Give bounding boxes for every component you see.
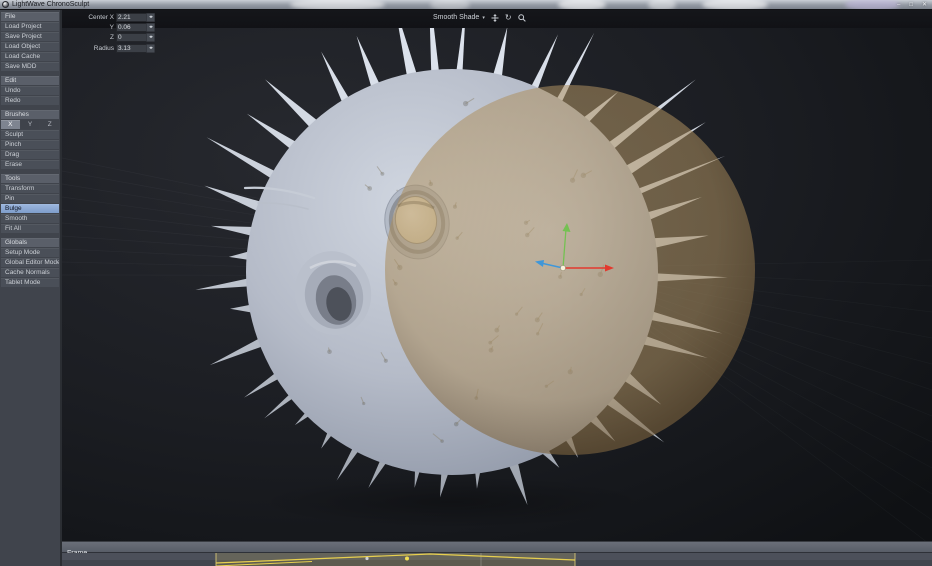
sidebar-item-erase[interactable]: Erase	[1, 160, 59, 169]
axis-toggle-group: X Y Z	[1, 120, 59, 129]
center-x-label: Center X	[84, 14, 114, 21]
close-button[interactable]: ✕	[922, 0, 927, 10]
window-title: LightWave ChronoSculpt	[12, 0, 89, 10]
center-x-field[interactable]: 2.21 ◂▸	[116, 13, 155, 22]
app-icon	[2, 1, 9, 8]
keyframe-dot[interactable]	[365, 557, 368, 560]
globals-section-header: Globals	[1, 238, 59, 247]
maximize-button[interactable]: □	[909, 0, 913, 10]
tools-section-header: Tools	[1, 174, 59, 183]
sidebar-item-undo[interactable]: Undo	[1, 86, 59, 95]
stepper-icon[interactable]: ◂▸	[146, 44, 155, 53]
stepper-icon[interactable]: ◂▸	[146, 33, 155, 42]
center-y-field[interactable]: 0.06 ◂▸	[116, 23, 155, 32]
rotate-icon[interactable]: ↻	[505, 13, 512, 23]
viewport-view-controls: Smooth Shade ▾ ↻	[433, 12, 526, 23]
center-z-field[interactable]: 0 ◂▸	[116, 33, 155, 42]
minimize-button[interactable]: –	[897, 0, 900, 10]
glass-reflection	[845, 0, 900, 10]
sidebar-item-pin[interactable]: Pin	[1, 194, 59, 203]
radius-label: Radius	[84, 45, 114, 52]
brushes-section-header: Brushes	[1, 110, 59, 119]
sidebar-item-setup-mode[interactable]: Setup Mode	[1, 248, 59, 257]
sidebar-item-global-editor-mode[interactable]: Global Editor Mode	[1, 258, 59, 267]
sidebar-item-load-object[interactable]: Load Object	[1, 42, 59, 51]
center-z-label: Z	[84, 34, 114, 41]
gizmo-center-handle[interactable]	[560, 265, 565, 270]
sidebar: File Load Project Save Project Load Obje…	[0, 10, 62, 566]
sidebar-item-save-mdd[interactable]: Save MDD	[1, 62, 59, 71]
axis-button-x[interactable]: X	[1, 120, 20, 129]
shade-mode-dropdown[interactable]: Smooth Shade ▾	[433, 14, 485, 21]
stepper-icon[interactable]: ◂▸	[146, 13, 155, 22]
axis-button-z[interactable]: Z	[40, 120, 59, 129]
edit-section-header: Edit	[1, 76, 59, 85]
sidebar-item-smooth[interactable]: Smooth	[1, 214, 59, 223]
file-section-header: File	[1, 12, 59, 21]
brush-radius-sphere	[385, 85, 755, 455]
keyframe-dot-selected[interactable]	[405, 557, 409, 561]
zoom-icon[interactable]	[518, 14, 526, 22]
glass-reflection	[648, 0, 676, 10]
timeline-curve-widget[interactable]	[62, 553, 932, 566]
sidebar-item-drag[interactable]: Drag	[1, 150, 59, 159]
viewport-3d[interactable]	[62, 10, 932, 541]
stepper-icon[interactable]: ◂▸	[146, 23, 155, 32]
sidebar-item-sculpt[interactable]: Sculpt	[1, 130, 59, 139]
chronosculpt-window: LightWave ChronoSculpt – □ ✕ File Load P…	[0, 0, 932, 566]
sidebar-item-tablet-mode[interactable]: Tablet Mode	[1, 278, 59, 287]
axis-button-y[interactable]: Y	[21, 120, 40, 129]
brush-parameters-panel: Center X 2.21 ◂▸ Y 0.06 ◂▸ Z 0 ◂▸ Radius…	[84, 13, 155, 54]
glass-reflection	[290, 0, 385, 10]
model-shadow	[257, 476, 647, 528]
sidebar-item-load-project[interactable]: Load Project	[1, 22, 59, 31]
sidebar-item-cache-normals[interactable]: Cache Normals	[1, 268, 59, 277]
sidebar-item-load-cache[interactable]: Load Cache	[1, 52, 59, 61]
sidebar-item-fit-all[interactable]: Fit All	[1, 224, 59, 233]
glass-reflection	[430, 0, 470, 10]
frame-panel-header[interactable]: Frame	[62, 541, 932, 553]
title-bar[interactable]: LightWave ChronoSculpt – □ ✕	[0, 0, 932, 10]
sidebar-item-bulge[interactable]: Bulge	[1, 204, 59, 213]
chevron-down-icon: ▾	[482, 15, 485, 21]
sidebar-item-save-project[interactable]: Save Project	[1, 32, 59, 41]
sidebar-item-redo[interactable]: Redo	[1, 96, 59, 105]
center-y-label: Y	[84, 24, 114, 31]
pan-icon[interactable]	[491, 14, 499, 22]
sidebar-item-transform[interactable]: Transform	[1, 184, 59, 193]
glass-reflection	[702, 0, 768, 10]
timeline-strip[interactable]	[62, 553, 932, 566]
glass-reflection	[558, 0, 606, 10]
sidebar-item-pinch[interactable]: Pinch	[1, 140, 59, 149]
radius-field[interactable]: 3.13 ◂▸	[116, 44, 155, 53]
